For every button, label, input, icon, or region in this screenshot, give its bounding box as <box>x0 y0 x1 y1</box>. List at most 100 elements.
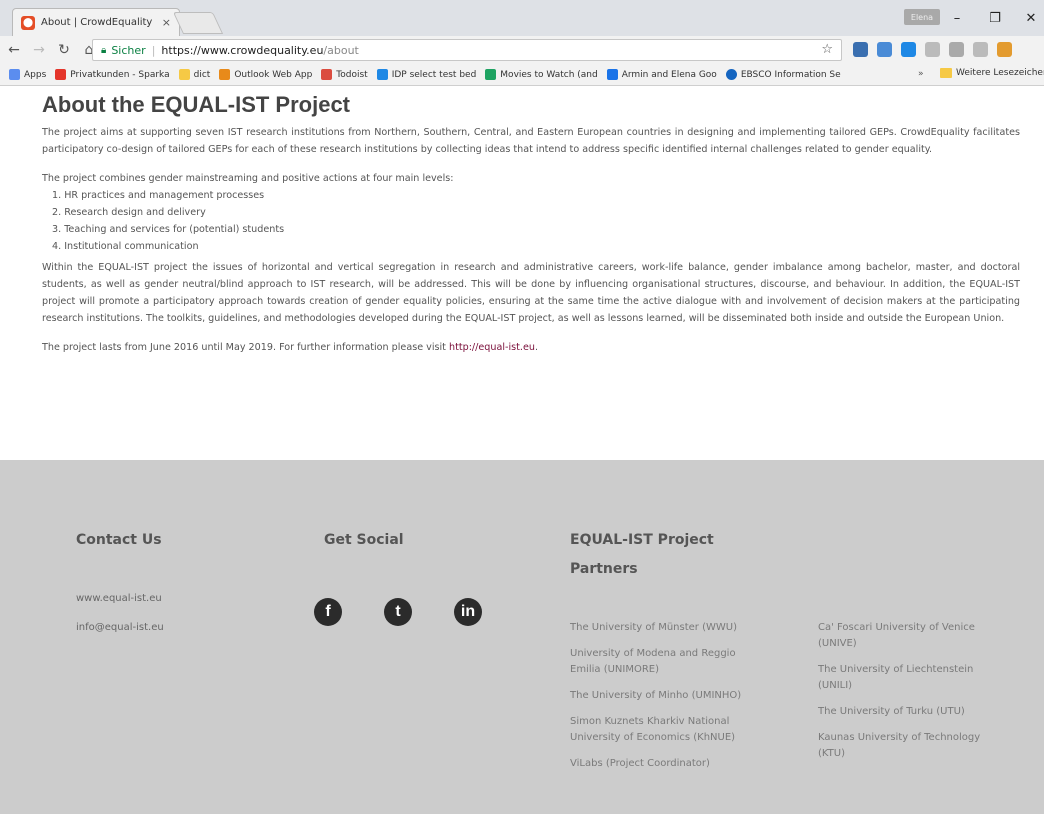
linkedin-icon[interactable]: in <box>454 598 482 626</box>
tab-close-icon[interactable]: × <box>162 16 171 29</box>
facebook-icon[interactable]: f <box>314 598 342 626</box>
contact-website-link[interactable]: www.equal-ist.eu <box>76 584 164 613</box>
extension-icons <box>853 42 1012 57</box>
contact-heading: Contact Us <box>76 532 162 548</box>
close-window-button[interactable]: ✕ <box>1016 8 1044 28</box>
folder-icon <box>940 68 952 78</box>
extension-icon[interactable] <box>925 42 940 57</box>
equal-ist-link[interactable]: http://equal-ist.eu <box>449 342 535 353</box>
bookmarks-bar: Apps Privatkunden - Sparka dict Outlook … <box>0 64 1044 86</box>
twitter-icon[interactable]: t <box>384 598 412 626</box>
bookmark-label: EBSCO Information Se <box>740 69 841 80</box>
apps-icon <box>9 69 20 80</box>
minimize-button[interactable]: – <box>942 8 972 28</box>
bookmark-item[interactable]: Apps <box>9 69 46 80</box>
page-title: About the EQUAL-IST Project <box>42 92 350 117</box>
browser-tab[interactable]: ⬤ About | CrowdEquality × <box>12 8 180 36</box>
extension-icon[interactable] <box>877 42 892 57</box>
bookmark-item[interactable]: IDP select test bed <box>376 69 477 80</box>
footer: Contact Us www.equal-ist.eu info@equal-i… <box>0 460 1044 814</box>
reload-icon[interactable]: ↻ <box>53 39 75 61</box>
tab-title: About | CrowdEquality <box>41 17 153 28</box>
url-host: https://www.crowdequality.eu <box>161 43 324 57</box>
extension-icon[interactable] <box>853 42 868 57</box>
duration-paragraph: The project lasts from June 2016 until M… <box>42 339 1020 356</box>
profile-button[interactable]: Elena <box>904 9 940 25</box>
secure-label: Sicher <box>111 43 146 57</box>
sheets-icon <box>485 69 497 80</box>
bookmark-item[interactable]: Privatkunden - Sparka <box>55 69 170 80</box>
forward-arrow-icon[interactable]: → <box>28 39 50 61</box>
list-item: 1. HR practices and management processes <box>52 190 265 201</box>
bookmark-label: IDP select test bed <box>391 69 477 80</box>
other-bookmarks-folder[interactable]: Weitere Lesezeichen <box>940 68 1044 78</box>
browser-navbar: ← → ↻ ⌂ 🔒︎ Sicher | https://www.crowdequ… <box>0 36 1044 64</box>
new-tab-button[interactable] <box>172 12 224 34</box>
extension-icon[interactable] <box>901 42 916 57</box>
bookmarks-overflow-button[interactable]: » <box>918 69 924 79</box>
bookmark-label: Apps <box>24 69 47 80</box>
bookmark-item[interactable]: Todoist <box>321 69 368 80</box>
bookmark-icon <box>55 69 67 80</box>
partner-item[interactable]: The University of Liechtenstein (UNILI) <box>818 662 1008 694</box>
list-item: 3. Teaching and services for (potential)… <box>52 224 285 235</box>
extension-icon[interactable] <box>949 42 964 57</box>
extension-icon[interactable] <box>973 42 988 57</box>
bookmark-label: Privatkunden - Sparka <box>70 69 170 80</box>
bookmark-icon <box>606 69 618 80</box>
main-content: About the EQUAL-IST Project The project … <box>30 88 1020 356</box>
social-column: Get Social <box>324 526 404 555</box>
social-heading: Get Social <box>324 532 404 548</box>
extension-icon[interactable] <box>997 42 1012 57</box>
social-icons: f t in <box>314 598 482 626</box>
bookmark-item[interactable]: Outlook Web App <box>219 69 312 80</box>
partners-list-right: Ca' Foscari University of Venice (UNIVE)… <box>818 620 1008 772</box>
lock-icon: 🔒︎ <box>101 44 107 56</box>
partners-list-left: The University of Münster (WWU) Universi… <box>570 620 760 782</box>
partner-item[interactable]: The University of Minho (UMINHO) <box>570 688 760 704</box>
address-separator: | <box>151 43 156 57</box>
partner-item[interactable]: The University of Turku (UTU) <box>818 704 1008 720</box>
todoist-icon <box>321 69 333 80</box>
partner-item[interactable]: University of Modena and Reggio Emilia (… <box>570 646 760 678</box>
partner-item[interactable]: Ca' Foscari University of Venice (UNIVE) <box>818 620 1008 652</box>
address-bar[interactable]: 🔒︎ Sicher | https://www.crowdequality.eu… <box>92 39 842 61</box>
bookmark-icon <box>376 69 388 80</box>
duration-text: The project lasts from June 2016 until M… <box>42 342 446 353</box>
browser-tabstrip: ⬤ About | CrowdEquality × Elena – ❐ ✕ <box>0 0 1044 36</box>
body-paragraph: Within the EQUAL-IST project the issues … <box>42 262 1020 324</box>
bookmark-item[interactable]: EBSCO Information Se <box>725 69 841 80</box>
bookmark-label: Armin and Elena Goo <box>621 69 717 80</box>
partner-item[interactable]: ViLabs (Project Coordinator) <box>570 756 760 772</box>
partner-item[interactable]: The University of Münster (WWU) <box>570 620 760 636</box>
bookmark-item[interactable]: Movies to Watch (and <box>485 69 598 80</box>
partner-item[interactable]: Kaunas University of Technology (KTU) <box>818 730 1008 762</box>
duration-end: . <box>534 342 538 353</box>
bookmark-label: Todoist <box>336 69 368 80</box>
list-item: 4. Institutional communication <box>52 241 199 252</box>
folder-icon <box>178 69 190 80</box>
partners-heading: EQUAL-IST Project <box>570 532 714 548</box>
list-item: 2. Research design and delivery <box>52 207 206 218</box>
contact-column: Contact Us www.equal-ist.eu info@equal-i… <box>76 526 164 642</box>
outlook-icon <box>219 69 231 80</box>
ebsco-icon <box>725 69 737 80</box>
intro-paragraph: The project aims at supporting seven IST… <box>42 127 1020 155</box>
site-favicon-icon: ⬤ <box>21 15 35 30</box>
bookmark-label: Movies to Watch (and <box>500 69 598 80</box>
back-arrow-icon[interactable]: ← <box>3 39 25 61</box>
url-path: /about <box>323 43 359 57</box>
bookmark-label: Outlook Web App <box>234 69 313 80</box>
partner-item[interactable]: Simon Kuznets Kharkiv National Universit… <box>570 714 760 746</box>
other-bookmarks-label: Weitere Lesezeichen <box>956 68 1044 78</box>
partners-column: EQUAL-IST Project Partners <box>570 526 714 584</box>
bookmark-star-icon[interactable]: ☆ <box>821 42 833 57</box>
levels-list: 1. HR practices and management processes… <box>52 187 1020 255</box>
bookmark-label: dict <box>193 69 211 80</box>
contact-email-link[interactable]: info@equal-ist.eu <box>76 613 164 642</box>
partners-heading-line2: Partners <box>570 561 638 577</box>
bookmark-item[interactable]: Armin and Elena Goo <box>606 69 717 80</box>
bookmark-item[interactable]: dict <box>178 69 211 80</box>
maximize-button[interactable]: ❐ <box>980 8 1010 28</box>
levels-intro: The project combines gender mainstreamin… <box>42 173 454 184</box>
